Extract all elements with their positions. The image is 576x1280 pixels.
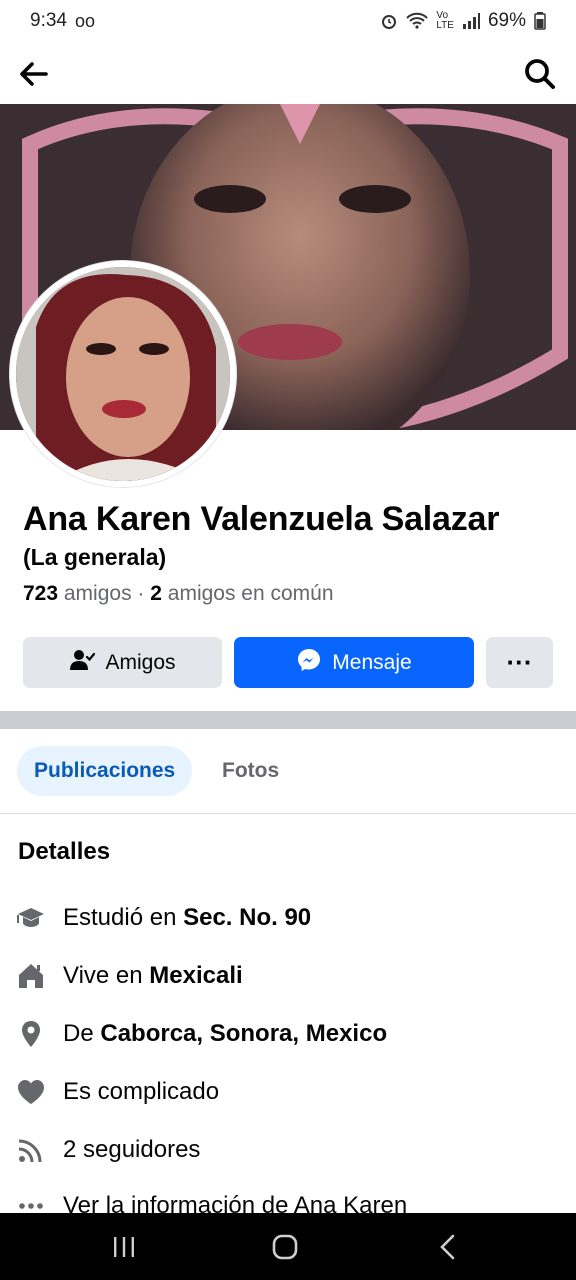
detail-lives-in-value: Mexicali [149, 962, 243, 989]
tabs-separator [0, 813, 576, 814]
friends-check-icon [69, 648, 96, 678]
wifi-icon [406, 12, 429, 30]
friends-button[interactable]: Amigos [23, 637, 222, 688]
tab-publicaciones[interactable]: Publicaciones [17, 746, 193, 796]
detail-followers-text: 2 seguidores [63, 1136, 201, 1163]
detail-followers[interactable]: 2 seguidores [16, 1130, 566, 1170]
signal-icon [462, 12, 480, 30]
status-bar: 9:34 oo Vo LTE 69% [0, 0, 576, 42]
detail-relationship-text: Es complicado [63, 1078, 220, 1105]
tab-fotos[interactable]: Fotos [205, 746, 296, 796]
system-nav-bar [0, 1213, 576, 1280]
heart-icon [16, 1077, 46, 1107]
search-icon[interactable] [522, 56, 558, 92]
recent-apps-icon[interactable] [112, 1235, 136, 1264]
battery-level: 69% [487, 10, 526, 31]
back-arrow-icon[interactable] [16, 56, 52, 92]
detail-hometown-value: Caborca, Sonora, Mexico [100, 1020, 388, 1047]
mutual-count: 2 [150, 582, 162, 605]
profile-alt-name: (La generala) [23, 544, 167, 570]
volte-icon: Vo LTE [436, 10, 454, 31]
profile-avatar[interactable] [16, 267, 230, 481]
detail-education-prefix: Estudió en [63, 904, 184, 931]
detail-hometown[interactable]: De Caborca, Sonora, Mexico [16, 1014, 566, 1054]
message-button-label: Mensaje [332, 650, 412, 674]
detail-lives-in[interactable]: Vive en Mexicali [16, 956, 566, 996]
detail-lives-in-prefix: Vive en [63, 962, 150, 989]
more-dots-icon: ··· [506, 647, 533, 677]
profile-name: Ana Karen Valenzuela Salazar [23, 500, 500, 538]
details-heading: Detalles [18, 838, 111, 865]
messenger-icon [296, 647, 322, 679]
profile-tabs: Publicaciones Fotos [0, 744, 576, 800]
friends-separator: · [131, 582, 151, 605]
detail-education[interactable]: Estudió en Sec. No. 90 [16, 898, 566, 938]
voicemail-icon: oo [74, 10, 96, 31]
status-time: 9:34 [30, 10, 67, 31]
more-options-button[interactable]: ··· [486, 637, 553, 688]
home-nav-icon[interactable] [272, 1234, 298, 1265]
friends-label: amigos [58, 582, 132, 605]
location-pin-icon [16, 1019, 46, 1049]
battery-icon [534, 12, 546, 30]
alarm-icon [380, 12, 398, 30]
graduation-cap-icon [16, 903, 46, 933]
top-bar [0, 44, 576, 104]
detail-education-value: Sec. No. 90 [183, 904, 312, 931]
back-nav-icon[interactable] [436, 1234, 460, 1265]
section-divider [0, 711, 576, 729]
mutual-label: amigos en común [161, 582, 334, 605]
friends-summary[interactable]: 723 amigos · 2 amigos en común [23, 582, 334, 606]
home-icon [16, 961, 46, 991]
rss-followers-icon [16, 1135, 46, 1165]
detail-hometown-prefix: De [63, 1020, 101, 1047]
message-button[interactable]: Mensaje [234, 637, 474, 688]
detail-relationship[interactable]: Es complicado [16, 1072, 566, 1112]
friends-count: 723 [23, 582, 59, 605]
friends-button-label: Amigos [105, 650, 176, 674]
